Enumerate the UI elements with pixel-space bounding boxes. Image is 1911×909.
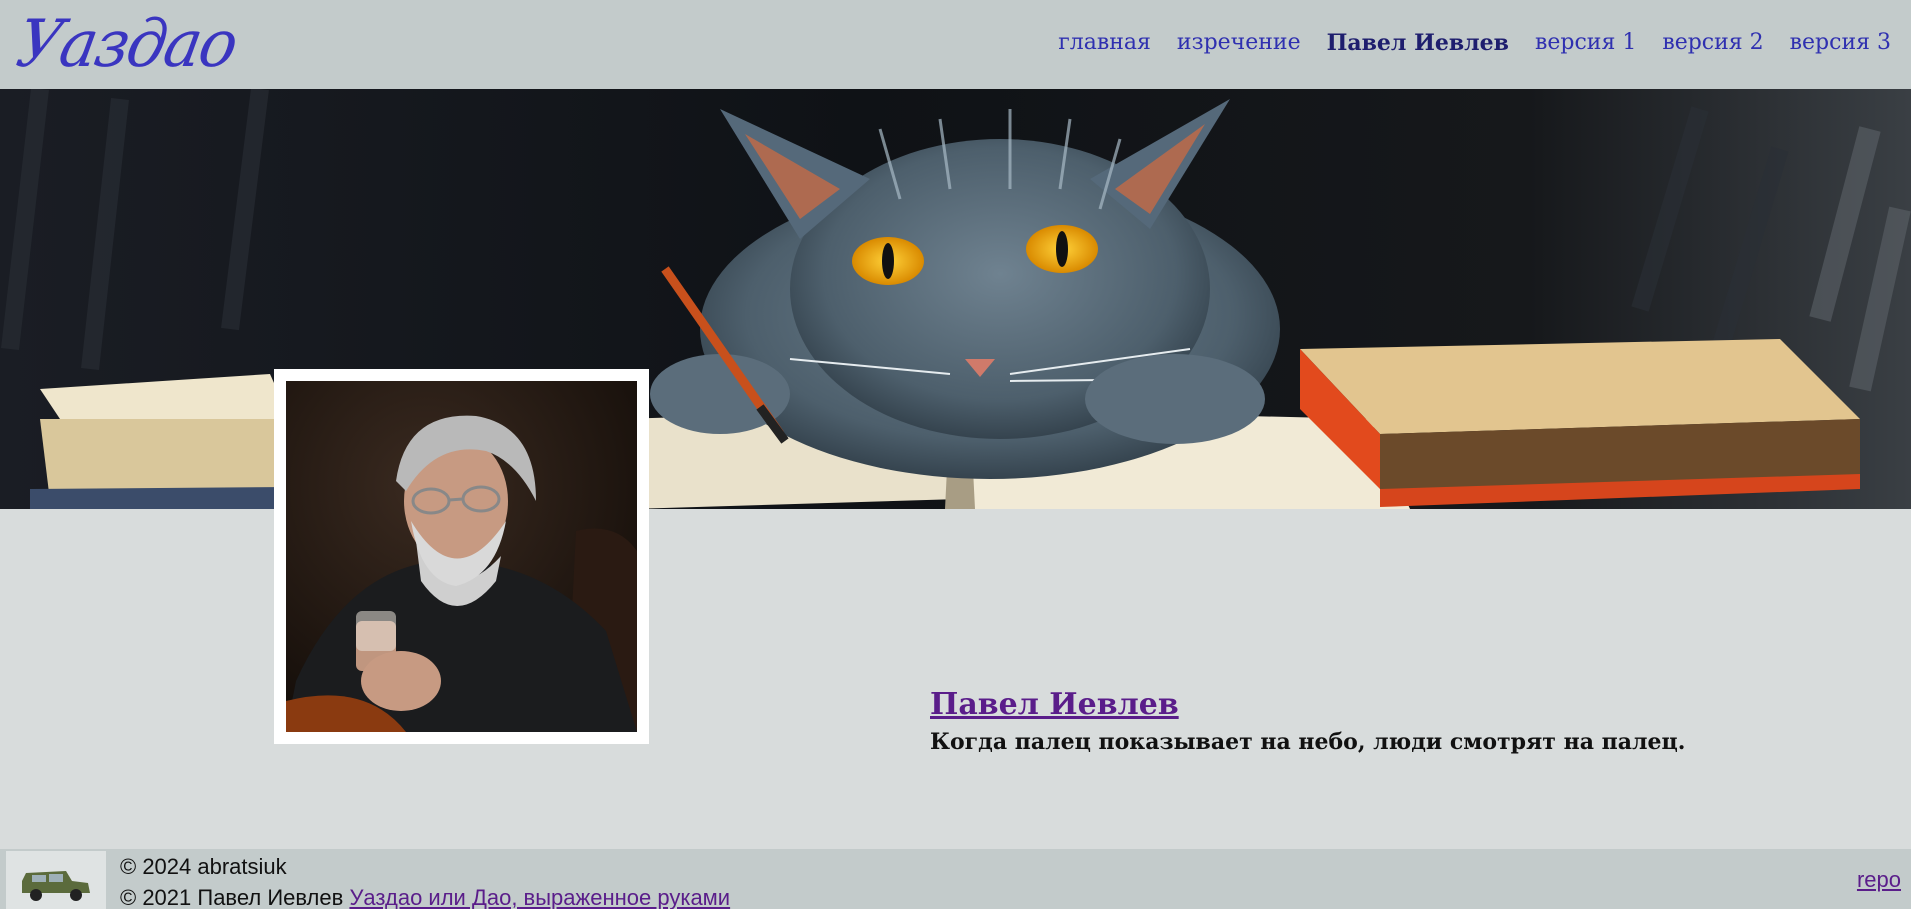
book-link[interactable]: Уаздао или Дао, выраженное руками (349, 885, 730, 909)
author-avatar (274, 369, 649, 744)
author-quote: Когда палец показывает на небо, люди смо… (930, 729, 1686, 755)
nav-link-saying[interactable]: изречение (1177, 26, 1301, 60)
author-portrait-image (286, 381, 637, 732)
nav-link-author[interactable]: Павел Иевлев (1327, 26, 1509, 60)
car-icon-image (22, 871, 90, 901)
nav-link-version-1[interactable]: версия 1 (1535, 26, 1636, 60)
main-nav: главная изречение Павел Иевлев версия 1 … (1058, 26, 1891, 60)
site-footer: © 2024 abratsiuk © 2021 Павел Иевлев Уаз… (0, 849, 1911, 909)
copyright-2021: © 2021 Павел Иевлев Уаздао или Дао, выра… (120, 882, 730, 909)
nav-link-home[interactable]: главная (1058, 26, 1151, 60)
footer-copyright: © 2024 abratsiuk © 2021 Павел Иевлев Уаз… (120, 851, 730, 909)
nav-link-version-2[interactable]: версия 2 (1662, 26, 1763, 60)
site-logo[interactable]: Уаздао (10, 0, 243, 88)
copyright-2024: © 2024 abratsiuk (120, 854, 287, 879)
copyright-2021-prefix: © 2021 Павел Иевлев (120, 885, 344, 909)
author-name-link[interactable]: Павел Иевлев (930, 685, 1179, 725)
nav-link-version-3[interactable]: версия 3 (1790, 26, 1891, 60)
repo-link[interactable]: repo (1857, 867, 1901, 893)
car-icon (6, 851, 106, 909)
site-header: Уаздао главная изречение Павел Иевлев ве… (0, 0, 1911, 89)
